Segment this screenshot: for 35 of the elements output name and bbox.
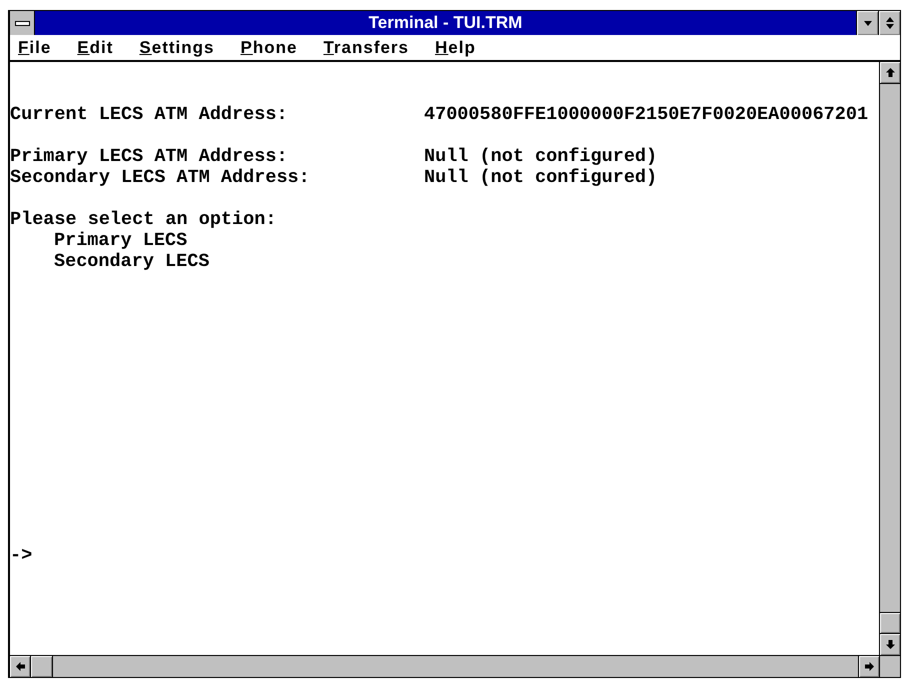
dash-icon [14,20,30,26]
right-arrow-icon [864,662,874,671]
window-title: Terminal - TUI.TRM [368,12,522,34]
menu-option: Secondary LECS [10,251,210,272]
horizontal-scrollbar[interactable] [10,656,879,677]
left-arrow-icon [16,662,24,671]
scroll-down-button[interactable] [880,633,900,655]
field-value: Null (not configured) [424,146,658,167]
field-label: Secondary LECS ATM Address: [10,167,310,188]
up-arrow-icon [886,68,894,77]
field-label: Current LECS ATM Address: [10,104,288,125]
vertical-scrollbar[interactable] [879,62,900,655]
down-triangle-icon [864,20,872,26]
menu-item[interactable]: Settings [137,36,216,58]
scroll-left-button[interactable] [10,656,31,677]
restore-button[interactable] [878,11,900,35]
field-value: 47000580FFE1000000F2150E7F0020EA00067201 [424,104,868,125]
down-arrow-icon [886,640,894,649]
scroll-thumb[interactable] [880,612,900,633]
field-label: Primary LECS ATM Address: [10,146,288,167]
menu-item[interactable]: Transfers [321,36,412,58]
menu-item[interactable]: Help [433,36,478,58]
scroll-thumb[interactable] [31,656,53,677]
minimize-button[interactable] [856,11,878,35]
menu-option: Primary LECS [10,230,188,251]
scroll-right-button[interactable] [858,656,879,677]
command-prompt: -> [10,545,32,566]
scroll-up-button[interactable] [880,62,900,84]
field-value: Null (not configured) [424,167,658,188]
up-down-triangles-icon [886,17,894,29]
system-menu-button[interactable] [10,11,35,35]
menu-item[interactable]: Edit [75,36,116,58]
option-prompt: Please select an option: [10,209,276,230]
menu-item[interactable]: File [16,36,54,58]
menu-item[interactable]: Phone [238,36,300,58]
